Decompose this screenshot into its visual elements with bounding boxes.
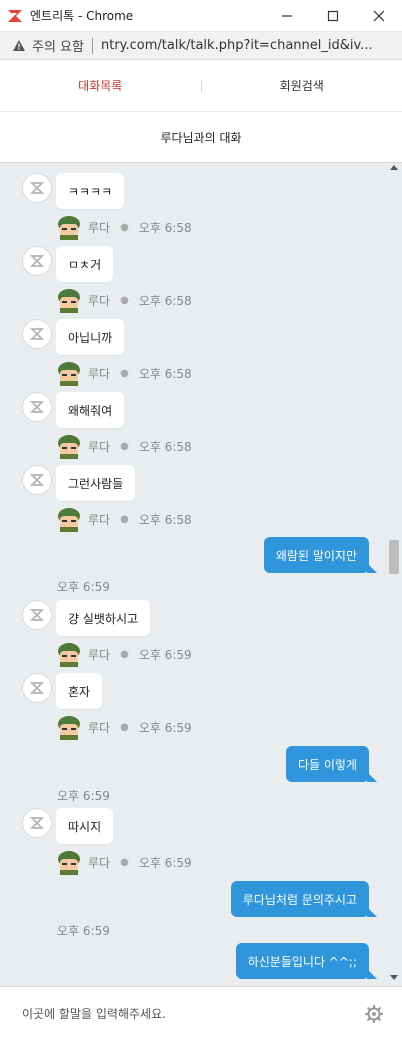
chat-area[interactable]: ㅋㅋㅋㅋ 루다 ● 오후 6:58 ㅁㅊ거 루다 ● 오후 6:58 아닙니까 …: [0, 163, 402, 986]
soldier-avatar-icon[interactable]: [56, 641, 82, 667]
separator-dot: ●: [120, 440, 129, 452]
message-bubble: ㅋㅋㅋㅋ: [56, 173, 125, 209]
message-meta: 루다 ● 오후 6:58: [56, 287, 192, 313]
separator-dot: ●: [120, 648, 129, 660]
separator-dot: ●: [120, 221, 129, 233]
soldier-avatar-icon[interactable]: [56, 214, 82, 240]
incoming-message: 혼자: [22, 673, 103, 709]
incoming-message: 그런사람들: [22, 465, 136, 501]
message-meta: 루다 ● 오후 6:58: [56, 433, 192, 459]
message-bubble: 아닙니까: [56, 319, 125, 355]
message-bubble: 혼자: [56, 673, 103, 709]
incoming-message: 왜해줘여: [22, 392, 125, 428]
sender-name: 루다: [88, 366, 111, 381]
minimize-icon[interactable]: [264, 0, 310, 32]
gear-icon[interactable]: [364, 1004, 384, 1024]
message-input-bar: [0, 986, 402, 1040]
message-time: 오후 6:59: [57, 580, 110, 594]
message-bubble: 따시지: [56, 808, 114, 844]
message-meta: 루다 ● 오후 6:58: [56, 214, 192, 240]
message-bubble: 걍 실뱃하시고: [56, 600, 151, 636]
avatar[interactable]: [22, 319, 52, 349]
entry-logo-icon: [6, 7, 24, 25]
scroll-thumb[interactable]: [389, 540, 399, 574]
message-meta: 루다 ● 오후 6:59: [56, 849, 192, 875]
message-bubble: 그런사람들: [56, 465, 136, 501]
message-meta: 루다 ● 오후 6:59: [56, 714, 192, 740]
sender-name: 루다: [88, 720, 111, 735]
sender-name: 루다: [88, 220, 111, 235]
window-titlebar: 엔트리톡 - Chrome: [0, 0, 402, 32]
message-input[interactable]: [22, 1006, 364, 1021]
address-bar[interactable]: 주의 요함 ntry.com/talk/talk.php?it=channel_…: [0, 32, 402, 60]
separator-dot: ●: [120, 294, 129, 306]
message-time: 오후 6:58: [138, 220, 192, 235]
message-time: 오후 6:58: [138, 512, 192, 527]
outgoing-message-bubble: 루다님처럼 문의주시고: [230, 881, 378, 917]
avatar[interactable]: [22, 173, 52, 203]
avatar[interactable]: [22, 246, 52, 276]
soldier-avatar-icon[interactable]: [56, 506, 82, 532]
sender-name: 루다: [88, 647, 111, 662]
warning-icon[interactable]: [12, 39, 26, 52]
message-time: 오후 6:59: [57, 789, 110, 803]
message-time: 오후 6:59: [138, 855, 192, 870]
separator-dot: ●: [120, 721, 129, 733]
message-meta: 루다 ● 오후 6:59: [56, 641, 192, 667]
maximize-icon[interactable]: [310, 0, 356, 32]
scroll-down-arrow-icon[interactable]: [390, 975, 398, 980]
avatar[interactable]: [22, 808, 52, 838]
conversation-title: 루다님과의 대화: [0, 112, 402, 163]
message-time: 오후 6:58: [138, 293, 192, 308]
soldier-avatar-icon[interactable]: [56, 287, 82, 313]
address-separator: [91, 37, 93, 54]
separator-dot: ●: [120, 513, 129, 525]
avatar[interactable]: [22, 465, 52, 495]
message-time: 오후 6:58: [138, 439, 192, 454]
tab-member-search[interactable]: 회원검색: [202, 77, 402, 94]
outgoing-message-bubble: 하신분들입니다 ^^;;: [235, 943, 378, 979]
window-title: 엔트리톡 - Chrome: [30, 9, 134, 23]
message-time: 오후 6:58: [138, 366, 192, 381]
security-warning-label[interactable]: 주의 요함: [32, 36, 84, 55]
sender-name: 루다: [88, 512, 111, 527]
separator-dot: ●: [120, 856, 129, 868]
url-text[interactable]: ntry.com/talk/talk.php?it=channel_id&iv.…: [101, 38, 373, 53]
message-bubble: ㅁㅊ거: [56, 246, 114, 282]
soldier-avatar-icon[interactable]: [56, 360, 82, 386]
sender-name: 루다: [88, 439, 111, 454]
avatar[interactable]: [22, 600, 52, 630]
separator-dot: ●: [120, 367, 129, 379]
message-meta: 루다 ● 오후 6:58: [56, 360, 192, 386]
avatar[interactable]: [22, 392, 52, 422]
message-time: 오후 6:59: [57, 924, 110, 938]
incoming-message: ㅁㅊ거: [22, 246, 114, 282]
outgoing-message-bubble: 왜람된 말이지만: [263, 537, 378, 573]
sender-name: 루다: [88, 293, 111, 308]
sender-name: 루다: [88, 855, 111, 870]
scroll-up-arrow-icon[interactable]: [390, 165, 398, 170]
close-icon[interactable]: [356, 0, 402, 32]
message-meta: 루다 ● 오후 6:58: [56, 506, 192, 532]
avatar[interactable]: [22, 673, 52, 703]
message-time: 오후 6:59: [138, 720, 192, 735]
message-bubble: 왜해줘여: [56, 392, 125, 428]
incoming-message: 아닙니까: [22, 319, 125, 355]
incoming-message: 걍 실뱃하시고: [22, 600, 151, 636]
chat-scrollbar[interactable]: [386, 163, 402, 986]
tab-chat-list[interactable]: 대화목록: [0, 77, 201, 94]
soldier-avatar-icon[interactable]: [56, 714, 82, 740]
message-time: 오후 6:59: [138, 647, 192, 662]
incoming-message: ㅋㅋㅋㅋ: [22, 173, 125, 209]
tab-bar: 대화목록 회원검색: [0, 60, 402, 112]
soldier-avatar-icon[interactable]: [56, 433, 82, 459]
incoming-message: 따시지: [22, 808, 114, 844]
soldier-avatar-icon[interactable]: [56, 849, 82, 875]
outgoing-message-bubble: 다들 이렇게: [285, 746, 378, 782]
